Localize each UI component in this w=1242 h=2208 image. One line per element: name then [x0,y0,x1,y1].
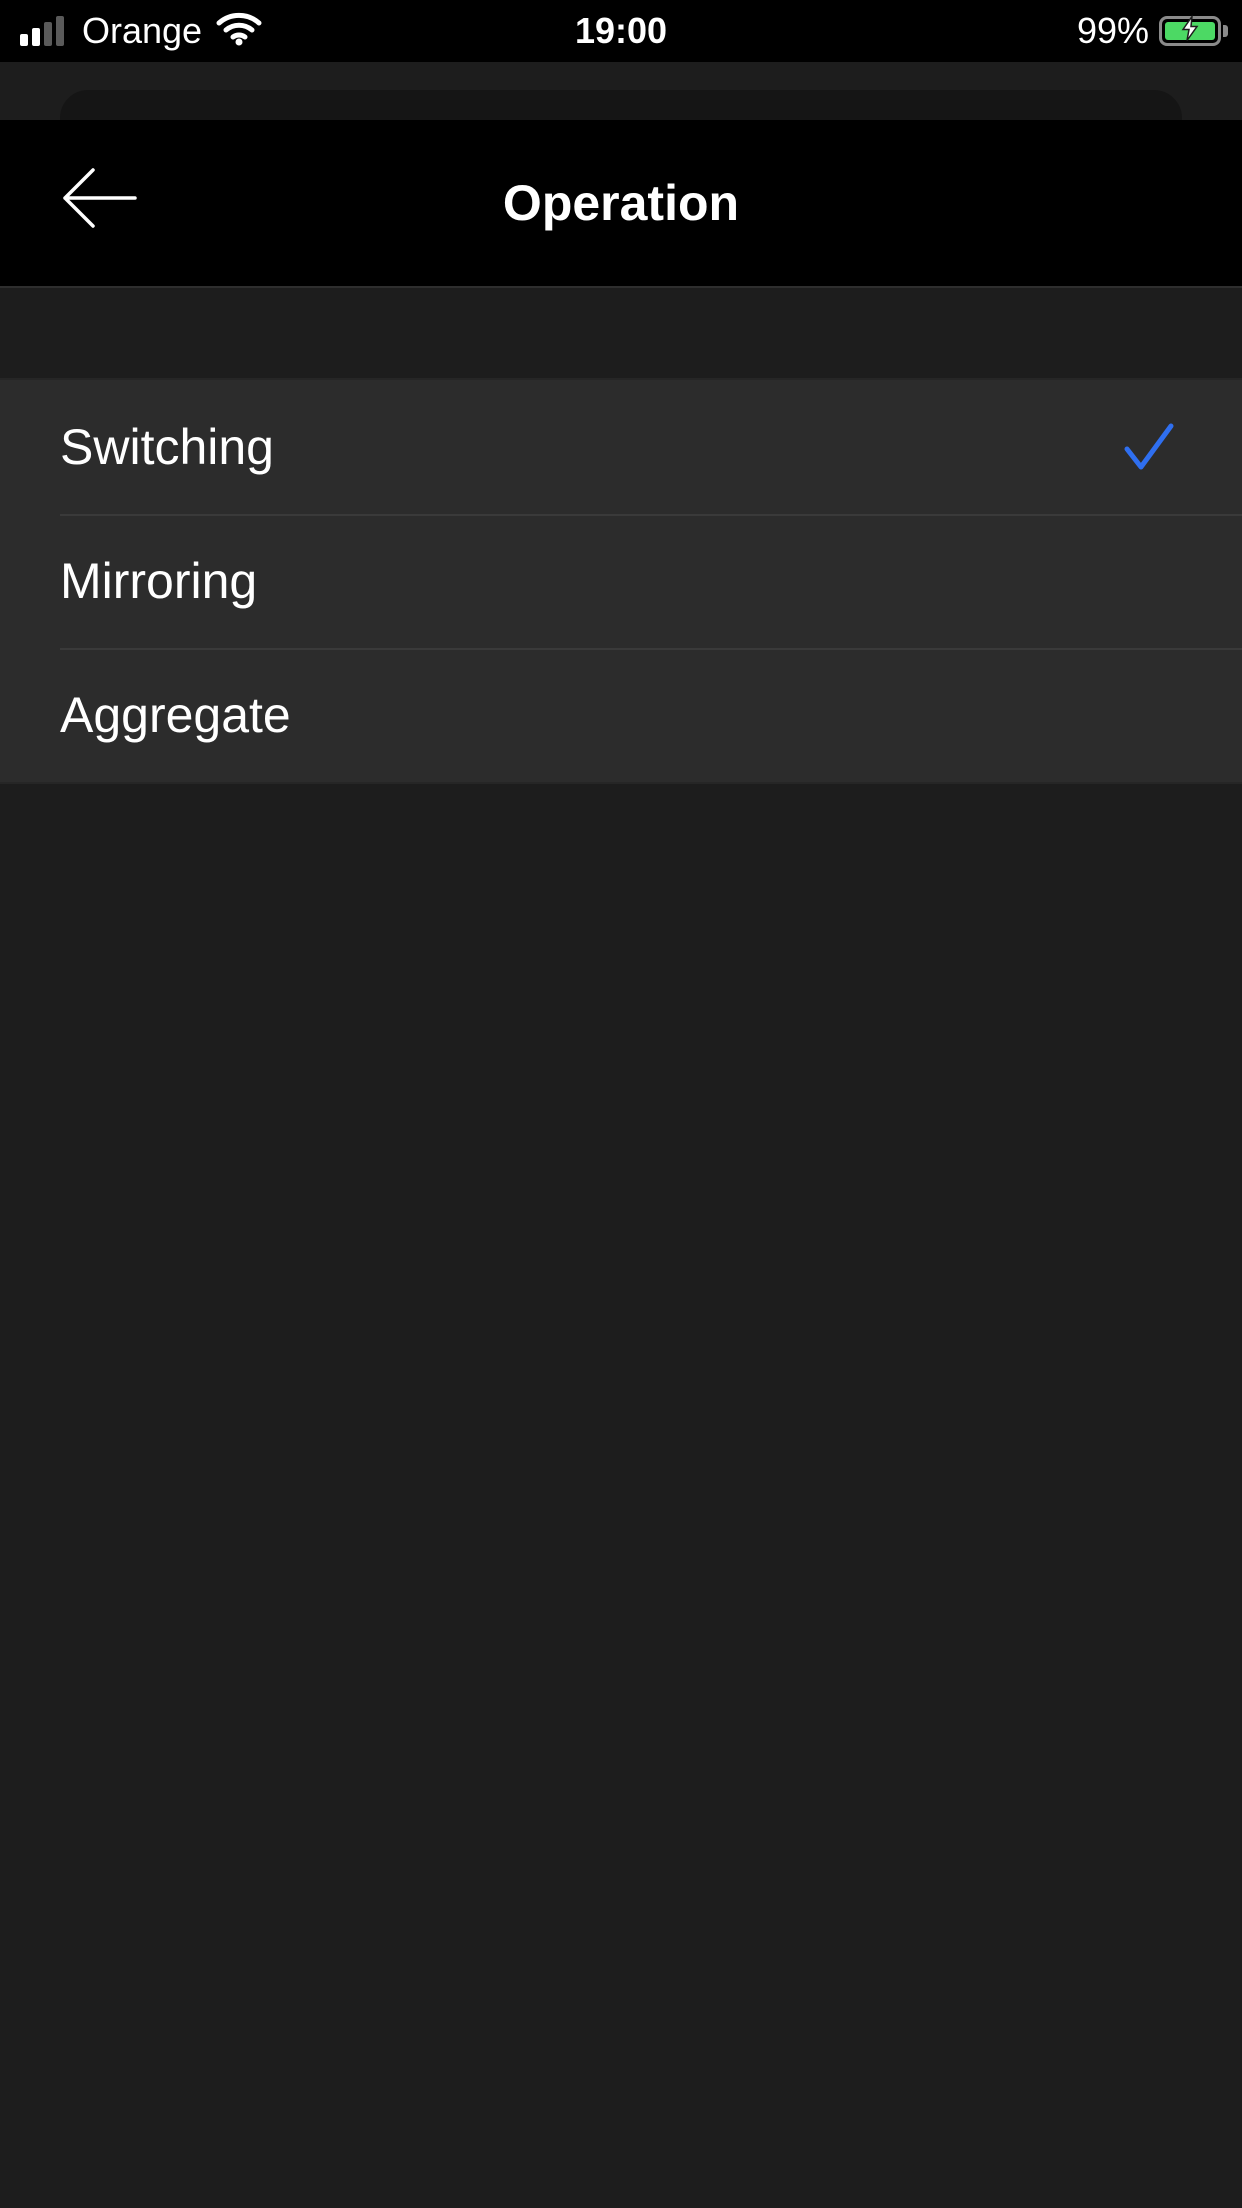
status-bar: Orange 19:00 99% [0,0,1242,62]
charging-bolt-icon [1180,13,1200,47]
option-switching[interactable]: Switching [0,380,1242,514]
signal-bar [20,34,28,46]
option-label: Aggregate [60,687,291,743]
carrier-name: Orange [82,10,203,51]
arrow-left-icon [62,167,138,234]
section-header [0,288,1242,378]
checkmark-icon [1124,422,1174,472]
status-right: 99% [1077,8,1228,54]
battery-nub [1223,25,1228,37]
signal-icon [20,16,68,46]
page-title: Operation [502,175,740,231]
option-mirroring[interactable]: Mirroring [0,514,1242,648]
status-left: Orange [20,8,262,54]
option-aggregate[interactable]: Aggregate [0,648,1242,782]
signal-bar [32,28,40,46]
option-list: Switching Mirroring Aggregate [0,378,1242,784]
battery-icon [1159,13,1221,47]
option-label: Mirroring [60,553,258,609]
wifi-icon [216,12,262,51]
battery-percent: 99% [1076,10,1149,51]
navigation-bar: Operation [0,120,1242,288]
signal-bar [44,22,52,46]
back-button[interactable] [50,150,150,250]
option-label: Switching [60,419,274,475]
signal-bar [56,16,64,46]
